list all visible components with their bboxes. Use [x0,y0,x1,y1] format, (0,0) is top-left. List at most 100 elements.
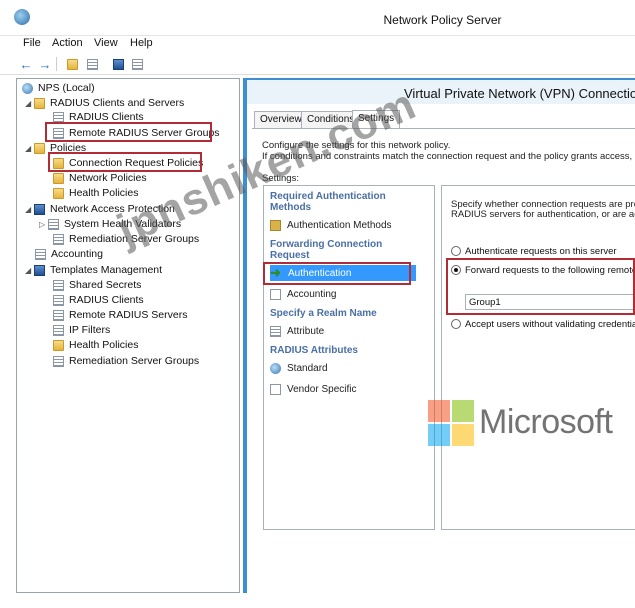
title-bar: Network Policy Server [0,0,635,36]
highlight-forward-requests [446,258,635,315]
highlight-connection-request [48,152,202,172]
list-icon [53,279,64,291]
logo-square-green [452,400,474,422]
category-forwarding-connection-request: Forwarding Connection Request [270,239,383,261]
nap-icon [34,203,45,215]
tree-network-policies[interactable]: Network Policies [53,171,147,185]
option-accept-without-validation[interactable]: Accept users without validating credenti… [451,317,635,331]
lock-icon [270,219,281,231]
settings-item-attribute[interactable]: Attribute [270,323,324,339]
templates-icon [34,264,45,276]
tree-templates-remote-radius-servers[interactable]: Remote RADIUS Servers [53,308,187,322]
tree-label: RADIUS Clients and Servers [50,97,185,109]
highlight-remote-radius [45,122,212,142]
toolbar-separator [56,57,57,71]
list-icon [48,218,59,230]
authentication-description-2: RADIUS servers for authentication, or ar… [451,209,635,220]
toolbar: ← → [0,53,635,75]
folder-icon [34,142,45,154]
folder-icon [34,97,45,109]
tree-shared-secrets[interactable]: Shared Secrets [53,278,141,292]
tree-label: Remediation Server Groups [69,355,200,367]
radio-button[interactable] [451,319,461,329]
tree-health-policies[interactable]: Health Policies [53,186,138,200]
highlight-authentication [263,262,411,285]
tree-ip-filters[interactable]: IP Filters [53,323,110,337]
tree-label: Health Policies [69,187,139,199]
settings-item-label: Attribute [287,325,325,337]
settings-item-authentication-methods[interactable]: Authentication Methods [270,217,392,233]
logo-square-yellow [452,424,474,446]
collapse-icon[interactable]: ◢ [25,144,31,153]
show-hide-tree-icon[interactable] [84,56,100,72]
tree-label: Remote RADIUS Servers [69,309,188,321]
tree-label: RADIUS Clients [69,294,144,306]
tree-label: Accounting [51,248,103,260]
globe-icon [270,362,281,374]
menu-view[interactable]: View [94,37,118,49]
tree-label: Network Policies [69,172,147,184]
tree-radius-clients-servers[interactable]: ◢ RADIUS Clients and Servers [25,96,184,110]
tree-label: Health Policies [69,339,139,351]
settings-item-label: Vendor Specific [287,383,357,395]
menu-action[interactable]: Action [52,37,83,49]
authentication-settings-panel [441,185,635,530]
folder-icon [53,339,64,351]
tree-templates-remediation-server-groups[interactable]: Remediation Server Groups [53,354,199,368]
expand-icon[interactable]: ▷ [39,220,45,229]
checklist-icon [270,383,281,395]
tree-label: Shared Secrets [69,279,142,291]
settings-item-label: Standard [287,362,328,374]
tree-label: IP Filters [69,324,111,336]
list-icon [53,355,64,367]
microsoft-logo-icon [428,400,474,446]
menu-file[interactable]: File [23,37,41,49]
microsoft-wordmark: Microsoft [479,403,613,441]
settings-item-label: Accounting [287,288,337,300]
folder-icon [53,187,64,199]
tree-nps-local[interactable]: NPS (Local) [22,81,95,95]
logo-square-red [428,400,450,422]
attribute-icon [270,325,281,337]
forward-arrow-icon[interactable]: → [37,56,53,72]
category-required-authentication: Required Authentication Methods [270,191,386,213]
properties-icon[interactable] [129,56,145,72]
category-specify-realm: Specify a Realm Name [270,308,377,319]
tree-templates-radius-clients[interactable]: RADIUS Clients [53,293,144,307]
settings-list [263,185,435,530]
folder-icon [53,172,64,184]
settings-item-label: Authentication Methods [287,219,392,231]
list-icon [53,324,64,336]
tree-label: Templates Management [50,264,163,276]
back-arrow-icon[interactable]: ← [18,56,34,72]
up-folder-icon[interactable] [64,56,80,72]
collapse-icon[interactable]: ◢ [25,99,31,108]
tree-templates-management[interactable]: ◢ Templates Management [25,263,162,277]
list-icon [53,294,64,306]
dialog-title-bar: Virtual Private Network (VPN) Connectio [247,80,635,104]
list-icon [53,233,64,245]
settings-item-standard[interactable]: Standard [270,360,328,376]
list-icon [53,309,64,321]
window-title: Network Policy Server [383,13,502,27]
radio-button[interactable] [451,246,461,256]
collapse-icon[interactable]: ◢ [25,205,31,214]
tree-label: NPS (Local) [38,82,95,94]
settings-item-vendor-specific[interactable]: Vendor Specific [270,381,357,397]
help-icon[interactable] [110,56,126,72]
nps-icon [22,82,33,94]
list-icon [53,111,64,123]
accounting-icon [35,248,46,260]
menu-help[interactable]: Help [130,37,153,49]
logo-square-blue [428,424,450,446]
option-label: Authenticate requests on this server [465,245,617,257]
tree-templates-health-policies[interactable]: Health Policies [53,338,138,352]
settings-item-accounting[interactable]: Accounting [270,286,336,302]
collapse-icon[interactable]: ◢ [25,266,31,275]
option-label: Accept users without validating credenti… [465,318,635,330]
tree-accounting[interactable]: Accounting [35,247,103,261]
accounting-icon [270,288,281,300]
option-authenticate-locally[interactable]: Authenticate requests on this server [451,244,617,258]
dialog-title: Virtual Private Network (VPN) Connectio [404,86,635,101]
menu-bar: File Action View Help [0,36,635,52]
